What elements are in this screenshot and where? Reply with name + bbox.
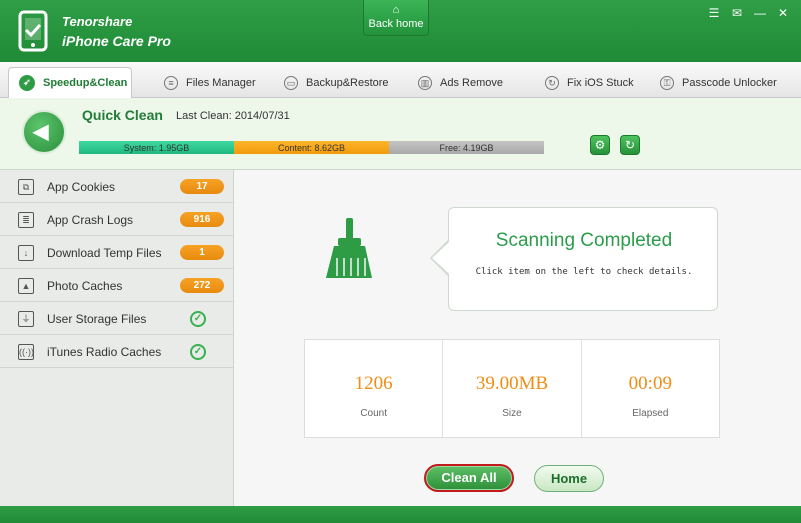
tab-files-manager[interactable]: ≡ Files Manager bbox=[164, 67, 256, 98]
sidebar: ⧉ App Cookies 17 ≣ App Crash Logs 916 ↓ … bbox=[0, 170, 234, 506]
sidebar-item-app-cookies[interactable]: ⧉ App Cookies 17 bbox=[0, 171, 234, 203]
sidebar-item-label: Download Temp Files bbox=[47, 245, 162, 260]
sidebar-item-user-storage-files[interactable]: ⏚ User Storage Files ✓ bbox=[0, 303, 234, 335]
sidebar-item-itunes-radio-caches[interactable]: ((·)) iTunes Radio Caches ✓ bbox=[0, 336, 234, 368]
settings-button[interactable]: ⚙ bbox=[590, 135, 610, 155]
log-icon: ≣ bbox=[18, 211, 34, 228]
phone-logo-icon bbox=[18, 10, 48, 52]
menu-icon[interactable]: ☰ bbox=[705, 6, 723, 20]
stat-value: 39.00MB bbox=[475, 373, 549, 394]
clean-all-button[interactable]: Clean All bbox=[424, 464, 514, 492]
tab-label: Ads Remove bbox=[440, 76, 503, 89]
feedback-icon[interactable]: ✉ bbox=[728, 6, 746, 20]
sidebar-item-photo-caches[interactable]: ▲ Photo Caches 272 bbox=[0, 270, 234, 302]
usb-icon: ⏚ bbox=[18, 310, 34, 327]
arrow-left-icon: ◀ bbox=[33, 121, 49, 143]
stat-elapsed: 00:09 Elapsed bbox=[582, 340, 719, 437]
back-home-button[interactable]: ⌂ Back home bbox=[363, 0, 429, 36]
scan-stats: 1206 Count 39.00MB Size 00:09 Elapsed bbox=[304, 339, 720, 438]
sidebar-item-label: Photo Caches bbox=[47, 278, 123, 293]
sidebar-item-label: iTunes Radio Caches bbox=[47, 344, 162, 359]
stat-value: 00:09 bbox=[628, 373, 672, 394]
storage-content: Content: 8.62GB bbox=[234, 141, 389, 154]
brand-name: Tenorshare bbox=[62, 14, 133, 29]
count-badge: 916 bbox=[180, 212, 224, 227]
sidebar-item-label: App Crash Logs bbox=[47, 212, 134, 227]
photo-icon: ▲ bbox=[18, 277, 34, 294]
stat-value: 1206 bbox=[354, 373, 393, 394]
storage-system: System: 1.95GB bbox=[79, 141, 234, 154]
status-bar bbox=[0, 506, 801, 523]
refresh-icon: ↻ bbox=[545, 75, 559, 90]
product-name: iPhone Care Pro bbox=[62, 33, 171, 49]
rocket-icon: ➶ bbox=[19, 75, 35, 91]
refresh-icon: ↻ bbox=[624, 138, 636, 152]
nav-tabs: ➶ Speedup&Clean ≡ Files Manager ▭ Backup… bbox=[0, 62, 801, 98]
gear-icon: ⚙ bbox=[594, 138, 606, 152]
cookie-icon: ⧉ bbox=[18, 178, 34, 195]
tab-speedup-clean[interactable]: ➶ Speedup&Clean bbox=[8, 67, 132, 98]
tab-backup-restore[interactable]: ▭ Backup&Restore bbox=[284, 67, 389, 98]
tab-label: Speedup&Clean bbox=[43, 77, 128, 89]
broom-icon bbox=[326, 218, 372, 278]
tab-ads-remove[interactable]: ▥ Ads Remove bbox=[418, 67, 503, 98]
back-button[interactable]: ◀ bbox=[22, 110, 66, 154]
trash-icon: ▥ bbox=[418, 75, 432, 90]
count-badge: 272 bbox=[180, 278, 224, 293]
title-bar: Tenorshare iPhone Care Pro ⌂ Back home ☰… bbox=[0, 0, 801, 62]
check-icon: ✓ bbox=[190, 343, 206, 360]
files-icon: ≡ bbox=[164, 75, 178, 90]
radio-icon: ((·)) bbox=[18, 343, 34, 360]
tab-fix-ios-stuck[interactable]: ↻ Fix iOS Stuck bbox=[545, 67, 634, 98]
sidebar-item-label: User Storage Files bbox=[47, 311, 147, 326]
tab-label: Fix iOS Stuck bbox=[567, 76, 634, 89]
tab-label: Files Manager bbox=[186, 76, 256, 89]
download-icon: ↓ bbox=[18, 244, 34, 261]
folder-icon: ▭ bbox=[284, 75, 298, 90]
page-title: Quick Clean bbox=[82, 107, 163, 123]
storage-bar: System: 1.95GB Content: 8.62GB Free: 4.1… bbox=[79, 141, 544, 154]
storage-free: Free: 4.19GB bbox=[389, 141, 544, 154]
stat-label: Count bbox=[360, 408, 387, 419]
tab-label: Backup&Restore bbox=[306, 76, 389, 89]
stat-label: Size bbox=[502, 408, 522, 419]
last-clean-date: Last Clean: 2014/07/31 bbox=[176, 110, 290, 122]
close-icon[interactable]: ✕ bbox=[774, 6, 792, 20]
scan-status-bubble: Scanning Completed Click item on the lef… bbox=[448, 207, 718, 311]
refresh-button[interactable]: ↻ bbox=[620, 135, 640, 155]
main-panel: Scanning Completed Click item on the lef… bbox=[234, 170, 801, 506]
tab-passcode-unlocker[interactable]: ⚿ Passcode Unlocker bbox=[660, 67, 777, 98]
home-button[interactable]: Home bbox=[534, 465, 604, 492]
tab-label: Passcode Unlocker bbox=[682, 76, 777, 89]
quick-clean-header: ◀ Quick Clean Last Clean: 2014/07/31 Sys… bbox=[0, 98, 801, 170]
bubble-tail-inner bbox=[432, 242, 449, 274]
check-icon: ✓ bbox=[190, 310, 206, 327]
scan-status-hint: Click item on the left to check details. bbox=[475, 267, 693, 277]
back-home-label: Back home bbox=[368, 18, 424, 30]
stat-count: 1206 Count bbox=[305, 340, 444, 437]
minimize-icon[interactable]: — bbox=[751, 6, 769, 20]
sidebar-item-download-temp-files[interactable]: ↓ Download Temp Files 1 bbox=[0, 237, 234, 269]
home-icon: ⌂ bbox=[392, 4, 400, 16]
scan-status-title: Scanning Completed bbox=[495, 230, 673, 251]
stat-label: Elapsed bbox=[632, 408, 669, 419]
sidebar-item-app-crash-logs[interactable]: ≣ App Crash Logs 916 bbox=[0, 204, 234, 236]
count-badge: 17 bbox=[180, 179, 224, 194]
stat-size: 39.00MB Size bbox=[443, 340, 582, 437]
count-badge: 1 bbox=[180, 245, 224, 260]
lock-icon: ⚿ bbox=[660, 75, 674, 90]
sidebar-item-label: App Cookies bbox=[47, 179, 116, 194]
